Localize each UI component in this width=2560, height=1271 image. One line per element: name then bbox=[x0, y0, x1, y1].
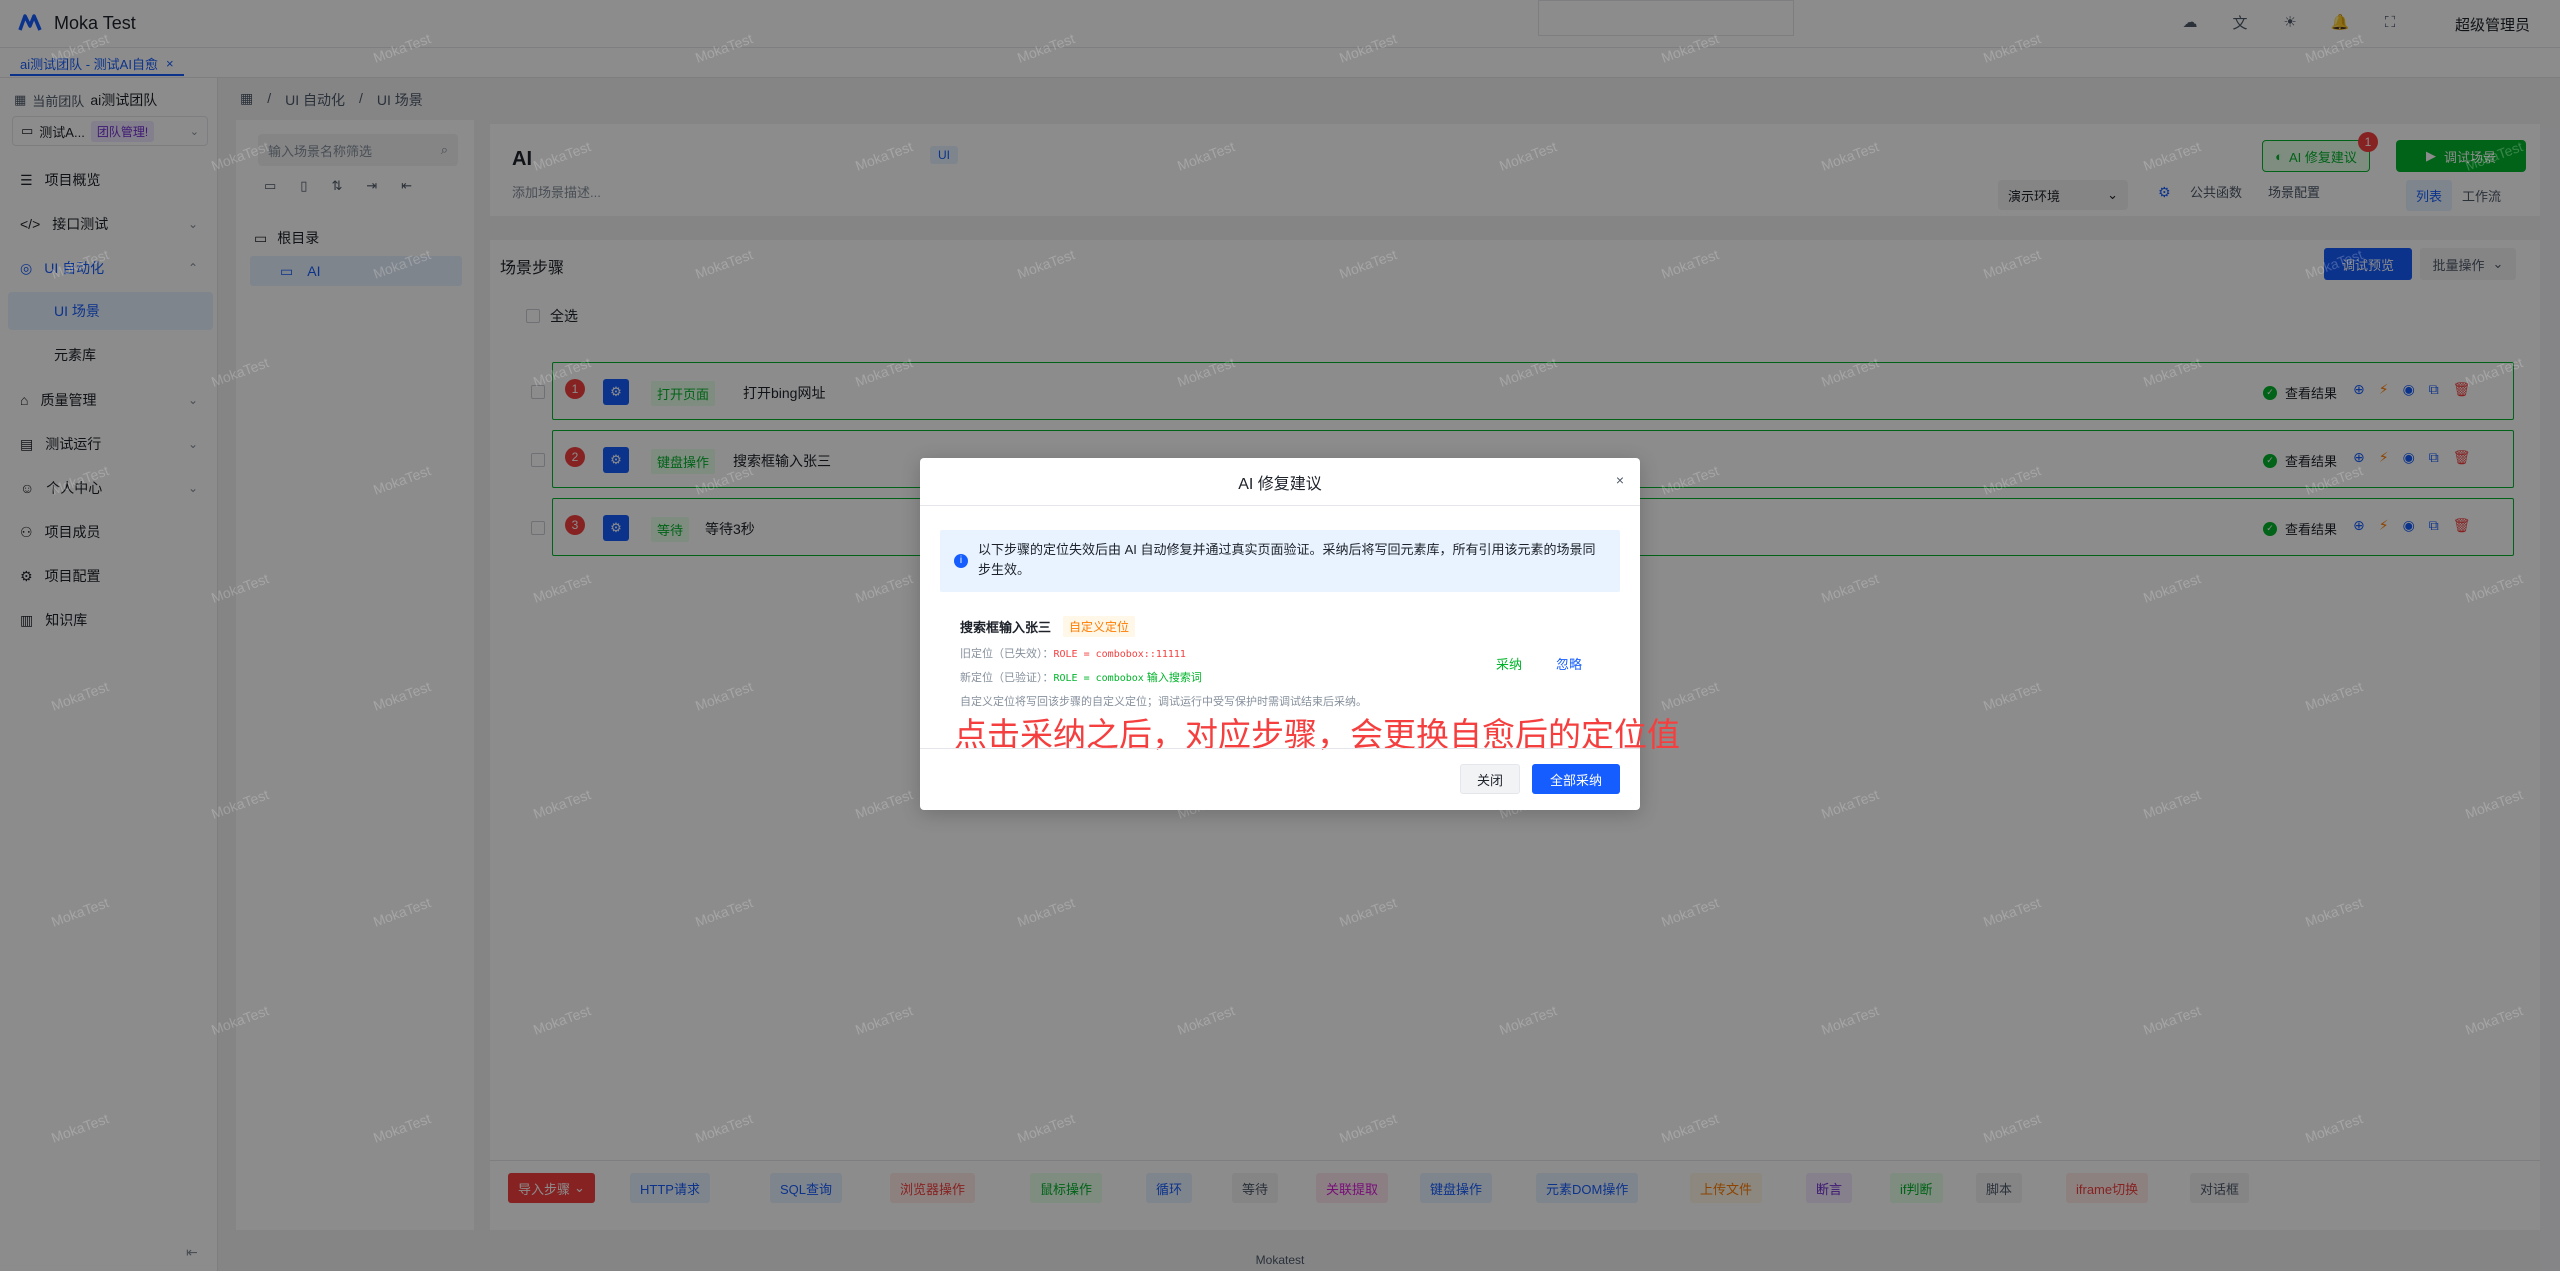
ignore-button[interactable]: 忽略 bbox=[1556, 654, 1582, 673]
close-button[interactable]: 关闭 bbox=[1460, 764, 1520, 794]
old-locator-value: ROLE = combobox::11111 bbox=[1053, 649, 1186, 660]
info-icon: i bbox=[954, 554, 968, 568]
fix-type-tag: 自定义定位 bbox=[1063, 616, 1136, 637]
close-icon[interactable]: × bbox=[1616, 472, 1624, 488]
adopt-all-button[interactable]: 全部采纳 bbox=[1532, 764, 1620, 794]
info-text: 以下步骤的定位失效后由 AI 自动修复并通过真实页面验证。采纳后将写回元素库，所… bbox=[978, 542, 1596, 577]
adopt-button[interactable]: 采纳 bbox=[1496, 654, 1522, 673]
old-locator-label: 旧定位（已失效）： bbox=[960, 648, 1054, 660]
info-banner: i 以下步骤的定位失效后由 AI 自动修复并通过真实页面验证。采纳后将写回元素库… bbox=[940, 530, 1620, 592]
modal-title: AI 修复建议 bbox=[920, 458, 1640, 506]
fix-step-name: 搜索框输入张三 bbox=[960, 620, 1052, 635]
ai-fix-modal: AI 修复建议 × i 以下步骤的定位失效后由 AI 自动修复并通过真实页面验证… bbox=[920, 458, 1680, 810]
new-locator-label: 新定位（已验证）： bbox=[960, 672, 1054, 684]
new-locator-value: ROLE = combobox bbox=[1053, 673, 1144, 684]
modal-divider bbox=[920, 748, 1640, 749]
fix-note: 自定义定位将写回该步骤的自定义定位；调试运行中受写保护时需调试结束后采纳。 bbox=[960, 696, 1367, 708]
new-locator-name: 输入搜索词 bbox=[1146, 672, 1202, 684]
